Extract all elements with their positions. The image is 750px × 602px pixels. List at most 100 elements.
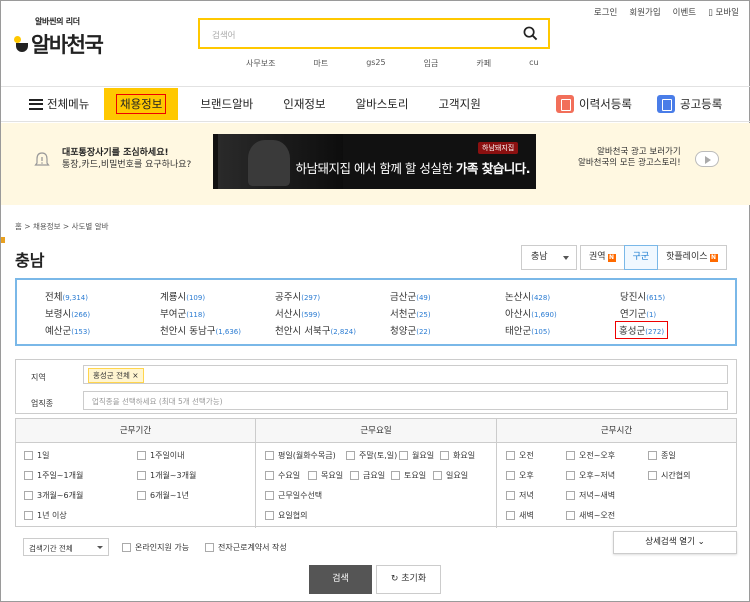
days-checkbox[interactable]: 금요일 <box>350 470 385 481</box>
days-checkbox[interactable]: 목요일 <box>308 470 343 481</box>
logo-tagline: 알바씬의 리더 <box>35 17 80 26</box>
event-link[interactable]: 이벤트 <box>673 6 696 18</box>
period-checkbox[interactable]: 1개월~3개월 <box>137 470 196 481</box>
mobile-link[interactable]: ▯ 모바일 <box>708 6 739 18</box>
signup-link[interactable]: 회원가입 <box>629 6 660 18</box>
region-item[interactable]: 부여군(118) <box>160 306 205 320</box>
detail-search-toggle[interactable]: 상세검색 열기 ⌄ <box>613 531 737 554</box>
search-box[interactable]: 검색어 <box>198 18 550 49</box>
period-checkbox[interactable]: 1년 이상 <box>24 510 67 521</box>
time-checkbox[interactable]: 시간협의 <box>648 470 690 481</box>
period-checkbox[interactable]: 3개월~6개월 <box>24 490 83 501</box>
ad-banner[interactable]: 하남돼지집 하남돼지집 에서 함께 할 성실한 가족 찾습니다. <box>213 134 536 189</box>
region-item[interactable]: 서산시(599) <box>275 306 320 320</box>
resume-register-label: 이력서등록 <box>579 97 632 111</box>
tab-district[interactable]: 구군 <box>623 245 659 270</box>
region-select[interactable]: 충남 <box>521 245 577 270</box>
region-item[interactable]: 청양군(22) <box>390 323 431 337</box>
logo-bee-icon <box>13 35 29 53</box>
period-checkbox[interactable]: 1주일이내 <box>137 450 185 461</box>
search-icon[interactable] <box>523 26 538 41</box>
region-item[interactable]: 계룡시(109) <box>160 289 205 303</box>
time-checkbox[interactable]: 저녁~새벽 <box>566 490 615 501</box>
econtract-checkbox[interactable]: 전자근로계약서 작성 <box>205 542 287 553</box>
time-checkbox[interactable]: 종일 <box>648 450 676 461</box>
days-checkbox[interactable]: 근무일수선택 <box>265 490 322 501</box>
reset-button[interactable]: ↻ 초기화 <box>376 565 441 594</box>
region-item[interactable]: 금산군(49) <box>390 289 431 303</box>
time-checkbox[interactable]: 새벽~오전 <box>566 510 615 521</box>
days-checkbox[interactable]: 수요일 <box>265 470 300 481</box>
region-count: (25) <box>416 311 431 319</box>
keyword-link[interactable]: cu <box>529 58 538 69</box>
resume-register-button[interactable]: 이력서등록 <box>556 95 632 113</box>
region-item[interactable]: 천안시 서북구(2,824) <box>275 323 356 337</box>
days-checkbox[interactable]: 화요일 <box>440 450 475 461</box>
time-option-label: 오전~오후 <box>579 451 616 460</box>
nav-item-jobs-label: 채용정보 <box>116 94 167 114</box>
region-item[interactable]: 연기군(1) <box>620 306 656 320</box>
region-count: (599) <box>301 311 321 319</box>
region-name: 예산군 <box>45 326 72 337</box>
days-checkbox[interactable]: 요일협의 <box>265 510 307 521</box>
keyword-link[interactable]: 사무보조 <box>246 58 275 69</box>
region-item[interactable]: 보령시(266) <box>45 306 90 320</box>
play-icon[interactable] <box>695 151 719 167</box>
ad-story-link[interactable]: 알바천국 광고 보러가기 알바천국의 모든 광고스토리! <box>578 147 681 169</box>
keyword-link[interactable]: 마트 <box>313 58 328 69</box>
login-link[interactable]: 로그인 <box>594 6 617 18</box>
region-item[interactable]: 태안군(105) <box>505 323 550 337</box>
days-checkbox[interactable]: 월요일 <box>399 450 434 461</box>
post-register-button[interactable]: 공고등록 <box>657 95 722 113</box>
tab-area[interactable]: 권역 N <box>580 245 625 270</box>
region-item[interactable]: 서천군(25) <box>390 306 431 320</box>
region-item[interactable]: 천안시 동남구(1,636) <box>160 323 241 337</box>
region-item[interactable]: 아산시(1,690) <box>505 306 557 320</box>
nav-item-brand[interactable]: 브랜드알바 <box>188 88 265 120</box>
region-tag[interactable]: 홍성군 전체 × <box>88 368 144 383</box>
region-item[interactable]: 예산군(153) <box>45 323 90 337</box>
tab-hotplace[interactable]: 핫플레이스 N <box>657 245 727 270</box>
region-item[interactable]: 논산시(428) <box>505 289 550 303</box>
period-checkbox[interactable]: 6개월~1년 <box>137 490 189 501</box>
search-button[interactable]: 검색 <box>309 565 372 594</box>
days-option-label: 근무일수선택 <box>278 491 323 500</box>
search-period-select[interactable]: 검색기간 전체 <box>23 538 109 556</box>
logo[interactable]: 알바천국 <box>13 29 104 59</box>
time-option-label: 시간협의 <box>661 471 691 480</box>
time-checkbox[interactable]: 저녁 <box>506 490 534 501</box>
period-checkbox[interactable]: 1일 <box>24 450 49 461</box>
region-filter-field[interactable]: 홍성군 전체 × <box>83 365 728 384</box>
edge-marker <box>1 237 5 243</box>
ad-brand-logo: 하남돼지집 <box>478 142 519 154</box>
region-name: 태안군 <box>505 326 532 337</box>
job-filter-field[interactable]: 업직종을 선택하세요 (최대 5개 선택가능) <box>83 391 728 410</box>
time-checkbox[interactable]: 오후 <box>506 470 534 481</box>
region-item-selected[interactable]: 홍성군(272) <box>615 321 669 339</box>
days-checkbox[interactable]: 토요일 <box>391 470 426 481</box>
online-apply-checkbox[interactable]: 온라인지원 가능 <box>122 542 189 553</box>
keyword-link[interactable]: 카페 <box>476 58 491 69</box>
search-input[interactable]: 검색어 <box>212 29 235 41</box>
region-item[interactable]: 당진시(615) <box>620 289 665 303</box>
days-checkbox[interactable]: 평일(월화수목금) <box>265 450 336 461</box>
region-item[interactable]: 전체(9,314) <box>45 289 88 303</box>
days-checkbox[interactable]: 주말(토,일) <box>346 450 397 461</box>
time-checkbox[interactable]: 오전~오후 <box>566 450 615 461</box>
nav-item-support[interactable]: 고객지원 <box>426 88 492 120</box>
ad-story-sub: 알바천국의 모든 광고스토리! <box>578 158 681 168</box>
time-checkbox[interactable]: 오전 <box>506 450 534 461</box>
days-option-label: 화요일 <box>453 451 476 460</box>
scam-notice[interactable]: 대포통장사기를 조심하세요! 통장,카드,비밀번호를 요구하나요? <box>62 147 191 171</box>
all-menu-button[interactable]: 전체메뉴 <box>29 96 89 112</box>
region-item[interactable]: 공주시(297) <box>275 289 320 303</box>
keyword-link[interactable]: gs25 <box>366 58 385 69</box>
nav-item-talent[interactable]: 인재정보 <box>271 88 337 120</box>
nav-item-jobs[interactable]: 채용정보 <box>104 88 179 120</box>
period-checkbox[interactable]: 1주일~1개월 <box>24 470 83 481</box>
time-checkbox[interactable]: 오후~저녁 <box>566 470 615 481</box>
nav-item-story[interactable]: 알바스토리 <box>344 88 421 120</box>
keyword-link[interactable]: 임금 <box>424 58 439 69</box>
time-checkbox[interactable]: 새벽 <box>506 510 534 521</box>
days-checkbox[interactable]: 일요일 <box>433 470 468 481</box>
